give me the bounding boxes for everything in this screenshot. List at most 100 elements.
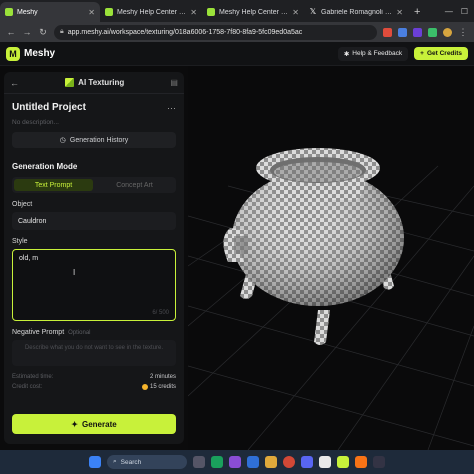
negative-prompt-label: Negative Prompt: [12, 329, 65, 336]
tab-concept-art[interactable]: Concept Art: [95, 179, 174, 191]
screen: Meshy ✕ Meshy Help Center | Generat ✕ Me…: [0, 0, 474, 474]
object-input[interactable]: Cauldron: [12, 212, 176, 230]
sparkle-icon: ✦: [71, 419, 78, 429]
chrome-icon[interactable]: [283, 456, 295, 468]
text-cursor-icon: I: [73, 268, 76, 277]
negative-prompt-header: Negative Prompt Optional: [4, 321, 184, 340]
app-icon[interactable]: [373, 456, 385, 468]
mode-title-text: AI Texturing: [78, 78, 125, 87]
app-header: M Meshy ✱ Help & Feedback + Get Credits: [0, 42, 474, 66]
coin-icon: [141, 384, 148, 390]
sidebar-toggle-icon[interactable]: ▤: [170, 78, 178, 87]
estimated-time-value: 2 minutes: [149, 374, 176, 380]
optional-tag: Optional: [68, 330, 91, 336]
meshy-taskbar-icon[interactable]: [337, 456, 349, 468]
window-controls: — ☐: [445, 0, 474, 22]
x-icon: 𝕏: [309, 7, 317, 16]
credit-cost-row: Credit cost: 15 credits: [4, 380, 184, 390]
extension-icon[interactable]: [428, 27, 437, 37]
browser-menu-icon[interactable]: ⋮: [458, 27, 468, 38]
plus-icon: +: [420, 50, 424, 57]
3d-viewport[interactable]: [188, 66, 474, 450]
history-icon: ◷: [59, 137, 66, 144]
panel-top-bar: ← AI Texturing ▤: [4, 72, 184, 94]
search-icon: ⌕: [113, 458, 117, 465]
forward-icon[interactable]: →: [22, 27, 32, 37]
browser-tab-strip: Meshy ✕ Meshy Help Center | Generat ✕ Me…: [0, 0, 474, 22]
negative-prompt-input[interactable]: Describe what you do not want to see in …: [12, 340, 176, 366]
generate-button[interactable]: ✦ Generate: [12, 414, 176, 434]
url-text: app.meshy.ai/workspace/texturing/018a600…: [67, 28, 303, 36]
url-field[interactable]: 🔒︎ app.meshy.ai/workspace/texturing/018a…: [54, 24, 377, 40]
extension-icon[interactable]: [413, 27, 422, 37]
estimated-time-label: Estimated time:: [12, 374, 54, 380]
browser-tab-x[interactable]: 𝕏 Gabriele Romagnoli on X: "H ✕: [304, 2, 408, 22]
browser-tab-help-center-1[interactable]: Meshy Help Center | Generat ✕: [100, 2, 202, 22]
close-icon[interactable]: ✕: [88, 8, 95, 17]
close-icon[interactable]: ✕: [190, 8, 197, 17]
app-icon[interactable]: [319, 456, 331, 468]
history-label: Generation History: [69, 136, 129, 144]
credit-cost: 15 credits: [141, 384, 176, 390]
object-label: Object: [12, 201, 33, 208]
style-char-counter: 6/ 500: [152, 310, 169, 316]
app-icon[interactable]: [301, 456, 313, 468]
texturing-panel: ← AI Texturing ▤ Untitled Project ··· No…: [4, 72, 184, 444]
help-feedback-button[interactable]: ✱ Help & Feedback: [337, 46, 409, 61]
credits-label: Get Credits: [426, 50, 462, 57]
extension-icon[interactable]: [398, 27, 407, 37]
maximize-icon[interactable]: ☐: [461, 7, 468, 16]
back-arrow-icon[interactable]: ←: [10, 78, 19, 88]
cauldron-model: [223, 148, 404, 345]
project-description[interactable]: No description...: [4, 115, 184, 132]
app-icon[interactable]: [247, 456, 259, 468]
get-credits-button[interactable]: + Get Credits: [414, 47, 468, 60]
viewport-scene: [188, 148, 474, 450]
meshy-logo[interactable]: M Meshy: [6, 46, 56, 61]
tab-title: Meshy Help Center | Genera: [219, 8, 288, 16]
app-icon[interactable]: [355, 456, 367, 468]
help-icon: ✱: [343, 50, 350, 58]
lock-icon: 🔒︎: [60, 28, 64, 35]
extension-icon[interactable]: [383, 27, 392, 37]
os-taskbar: ⌕ Search: [0, 450, 474, 474]
generation-mode-title: Generation Mode: [12, 162, 78, 171]
generation-mode-toggle: Text Prompt Concept Art: [12, 177, 176, 193]
new-tab-button[interactable]: +: [408, 2, 426, 22]
minimize-icon[interactable]: —: [445, 7, 453, 16]
tab-text-prompt[interactable]: Text Prompt: [14, 179, 93, 191]
reload-icon[interactable]: ↻: [38, 27, 48, 38]
taskbar-search[interactable]: ⌕ Search: [107, 455, 187, 469]
header-actions: ✱ Help & Feedback + Get Credits: [337, 46, 468, 61]
logo-text: Meshy: [24, 48, 56, 59]
credit-cost-label: Credit cost:: [12, 384, 43, 390]
more-options-icon[interactable]: ···: [167, 103, 176, 113]
project-title[interactable]: Untitled Project: [12, 102, 86, 113]
back-icon[interactable]: ←: [6, 27, 16, 37]
app-icon[interactable]: [229, 456, 241, 468]
close-icon[interactable]: ✕: [292, 8, 299, 17]
help-label: Help & Feedback: [352, 50, 403, 57]
task-view-icon[interactable]: [193, 456, 205, 468]
meshy-help-icon: [207, 8, 215, 16]
estimated-time-row: Estimated time: 2 minutes: [4, 366, 184, 380]
start-icon[interactable]: [89, 456, 101, 468]
app-icon[interactable]: [211, 456, 223, 468]
tab-title: Meshy: [17, 8, 38, 16]
style-label: Style: [12, 238, 28, 245]
address-bar: ← → ↻ 🔒︎ app.meshy.ai/workspace/texturin…: [0, 22, 474, 42]
credit-cost-value: 15 credits: [149, 384, 176, 390]
close-icon[interactable]: ✕: [396, 8, 403, 17]
texturing-icon: [65, 78, 75, 87]
generation-history-button[interactable]: ◷ Generation History: [12, 132, 176, 148]
mode-title: AI Texturing: [65, 78, 124, 87]
generate-label: Generate: [82, 419, 117, 429]
style-textarea[interactable]: old, m I 6/ 500: [12, 249, 176, 321]
style-text: old, m: [19, 255, 39, 262]
browser-tab-help-center-2[interactable]: Meshy Help Center | Genera ✕: [202, 2, 304, 22]
search-label: Search: [120, 458, 142, 466]
profile-avatar[interactable]: [443, 27, 452, 37]
browser-tab-meshy[interactable]: Meshy ✕: [0, 2, 100, 22]
tab-title: Meshy Help Center | Generat: [117, 8, 186, 16]
folder-icon[interactable]: [265, 456, 277, 468]
